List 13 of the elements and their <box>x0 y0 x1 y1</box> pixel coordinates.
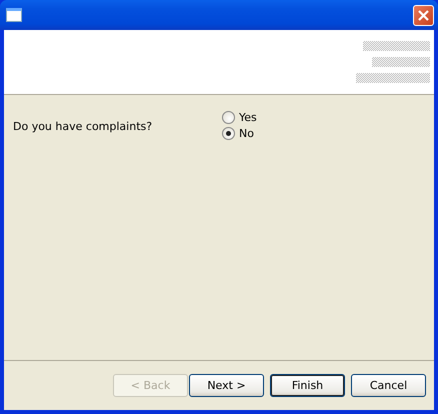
close-button[interactable] <box>413 4 434 26</box>
wizard-button[interactable]: Finish <box>270 374 345 397</box>
wizard-button[interactable]: Cancel <box>351 374 426 397</box>
question-label: Do you have complaints? <box>13 119 154 135</box>
radio-label[interactable]: No <box>239 126 254 140</box>
radio-label[interactable]: Yes <box>239 110 257 124</box>
radio-button[interactable] <box>222 110 235 124</box>
placeholder-bar <box>363 41 430 51</box>
radio-button[interactable] <box>222 126 235 140</box>
window-icon <box>6 8 22 22</box>
close-icon <box>417 8 430 22</box>
wizard-button[interactable]: Next > <box>189 374 264 397</box>
placeholder-bar <box>372 57 430 67</box>
